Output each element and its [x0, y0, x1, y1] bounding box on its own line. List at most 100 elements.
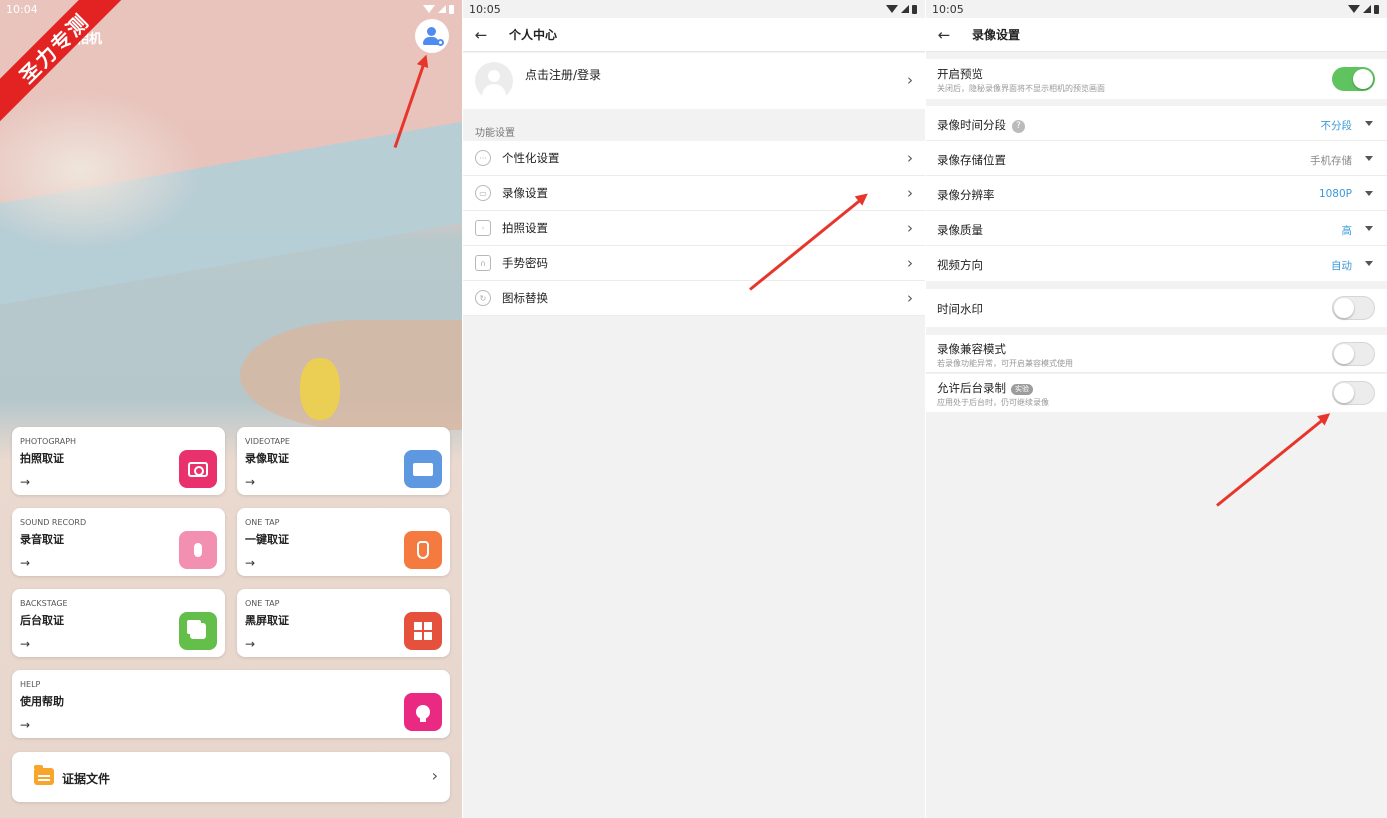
- arrow-right-icon: →: [20, 475, 31, 489]
- segment-setting[interactable]: 录像时间分段? 不分段: [926, 106, 1387, 141]
- chevron-right-icon: ›: [907, 254, 913, 272]
- storage-label: 录像存储位置: [937, 153, 1006, 167]
- arrow-right-icon: →: [245, 475, 256, 489]
- segment-value: 不分段: [1320, 120, 1353, 132]
- help-card[interactable]: HELP 使用帮助 →: [12, 670, 450, 738]
- battery-icon: [449, 4, 454, 14]
- status-time: 10:05: [932, 2, 964, 16]
- back-arrow-icon[interactable]: ←: [463, 26, 499, 44]
- page-title: 个人中心: [509, 28, 558, 42]
- home-screen: 10:04 相机 圣力专测 PHOTOGRAPH 拍照取证 → VIDEOTAP…: [0, 0, 462, 818]
- menu-item-icon-replace[interactable]: ↻ 图标替换 ›: [463, 281, 925, 316]
- chevron-right-icon: ›: [907, 71, 913, 89]
- orientation-setting[interactable]: 视频方向 自动: [926, 246, 1387, 281]
- signal-icon: [438, 5, 446, 13]
- folder-icon: [34, 765, 54, 785]
- login-prompt: 点击注册/登录: [525, 68, 602, 82]
- battery-icon: [1374, 4, 1379, 14]
- time-watermark-toggle[interactable]: [1332, 296, 1375, 320]
- page-title: 录像设置: [972, 28, 1021, 42]
- quality-setting[interactable]: 录像质量 高: [926, 211, 1387, 246]
- video-settings-icon: ▭: [475, 185, 491, 201]
- background-record-setting: 允许后台录制 实验 应用处于后台时，仍可继续录像: [926, 374, 1387, 412]
- evidence-files-card[interactable]: 证据文件 ›: [12, 752, 450, 802]
- menu-item-personalization[interactable]: ··· 个性化设置 ›: [463, 141, 925, 176]
- preview-label: 开启预览: [937, 67, 983, 81]
- chevron-right-icon: ›: [907, 289, 913, 307]
- video-evidence-card[interactable]: VIDEOTAPE 录像取证 →: [237, 427, 450, 495]
- status-bar: 10:05: [926, 0, 1387, 18]
- preview-toggle[interactable]: [1332, 67, 1375, 91]
- wifi-icon: [886, 5, 898, 13]
- back-arrow-icon[interactable]: ←: [926, 26, 962, 44]
- status-time: 10:05: [469, 2, 501, 16]
- resolution-setting[interactable]: 录像分辨率 1080P: [926, 176, 1387, 211]
- battery-icon: [912, 4, 917, 14]
- layers-icon: [179, 612, 217, 650]
- photo-evidence-card[interactable]: PHOTOGRAPH 拍照取证 →: [12, 427, 225, 495]
- camera-icon: ◦: [475, 220, 491, 236]
- evidence-files-label: 证据文件: [62, 772, 111, 786]
- microphone-icon: [179, 531, 217, 569]
- quality-value: 高: [1341, 225, 1353, 237]
- top-bar: ← 个人中心: [463, 18, 925, 52]
- dropdown-caret-icon: [1365, 226, 1373, 231]
- status-time: 10:04: [6, 2, 38, 16]
- time-watermark-label: 时间水印: [937, 302, 983, 316]
- chevron-right-icon: ›: [907, 184, 913, 202]
- storage-value: 手机存储: [1310, 155, 1352, 167]
- hand-tap-icon: [404, 531, 442, 569]
- chevron-right-icon: ›: [907, 219, 913, 237]
- dropdown-caret-icon: [1365, 261, 1373, 266]
- background-record-toggle[interactable]: [1332, 381, 1375, 405]
- top-bar: ← 录像设置: [926, 18, 1387, 52]
- dropdown-caret-icon: [1365, 121, 1373, 126]
- background-record-description: 应用处于后台时，仍可继续录像: [937, 398, 1049, 407]
- resolution-label: 录像分辨率: [937, 188, 995, 202]
- login-row[interactable]: 点击注册/登录 ›: [463, 53, 925, 109]
- quality-label: 录像质量: [937, 223, 983, 237]
- status-bar: 10:05: [463, 0, 925, 18]
- arrow-right-icon: →: [20, 556, 31, 570]
- user-center-screen: 10:05 ← 个人中心 点击注册/登录 › 功能设置 ··· 个性化设置 › …: [463, 0, 925, 818]
- experimental-badge: 实验: [1011, 384, 1033, 395]
- wifi-icon: [423, 5, 435, 13]
- storage-setting[interactable]: 录像存储位置 手机存储: [926, 141, 1387, 176]
- chevron-right-icon: ›: [907, 149, 913, 167]
- compat-mode-label: 录像兼容模式: [937, 342, 1006, 356]
- video-settings-screen: 10:05 ← 录像设置 开启预览 关闭后，隐秘录像界面将不显示相机的预览画面 …: [926, 0, 1387, 818]
- dropdown-caret-icon: [1365, 156, 1373, 161]
- orientation-value: 自动: [1331, 260, 1352, 272]
- dropdown-caret-icon: [1365, 191, 1373, 196]
- arrow-right-icon: →: [20, 637, 31, 651]
- camera-icon: [179, 450, 217, 488]
- more-circle-icon: ···: [475, 150, 491, 166]
- wifi-icon: [1348, 5, 1360, 13]
- black-screen-evidence-card[interactable]: ONE TAP 黑屏取证 →: [237, 589, 450, 657]
- lock-icon: ∩: [475, 255, 491, 271]
- user-center-button[interactable]: [415, 19, 449, 53]
- signal-icon: [901, 5, 909, 13]
- annotation-arrow: [1216, 414, 1329, 507]
- grid-icon: [404, 612, 442, 650]
- menu-item-photo-settings[interactable]: ◦ 拍照设置 ›: [463, 211, 925, 246]
- section-title: 功能设置: [475, 128, 515, 139]
- background-evidence-card[interactable]: BACKSTAGE 后台取证 →: [12, 589, 225, 657]
- arrow-right-icon: →: [245, 637, 256, 651]
- menu-item-gesture-password[interactable]: ∩ 手势密码 ›: [463, 246, 925, 281]
- compat-mode-setting: 录像兼容模式 若录像功能异常，可开启兼容模式使用: [926, 335, 1387, 373]
- segment-label: 录像时间分段: [937, 118, 1006, 132]
- preview-setting: 开启预览 关闭后，隐秘录像界面将不显示相机的预览画面: [926, 59, 1387, 99]
- time-watermark-setting: 时间水印: [926, 289, 1387, 327]
- compat-mode-description: 若录像功能异常，可开启兼容模式使用: [937, 359, 1073, 368]
- orientation-label: 视频方向: [937, 258, 983, 272]
- help-icon[interactable]: ?: [1012, 120, 1025, 133]
- preview-description: 关闭后，隐秘录像界面将不显示相机的预览画面: [937, 84, 1105, 93]
- user-settings-icon: [423, 27, 444, 46]
- one-tap-evidence-card[interactable]: ONE TAP 一键取证 →: [237, 508, 450, 576]
- audio-evidence-card[interactable]: SOUND RECORD 录音取证 →: [12, 508, 225, 576]
- signal-icon: [1363, 5, 1371, 13]
- avatar: [475, 62, 513, 100]
- video-icon: [404, 450, 442, 488]
- compat-mode-toggle[interactable]: [1332, 342, 1375, 366]
